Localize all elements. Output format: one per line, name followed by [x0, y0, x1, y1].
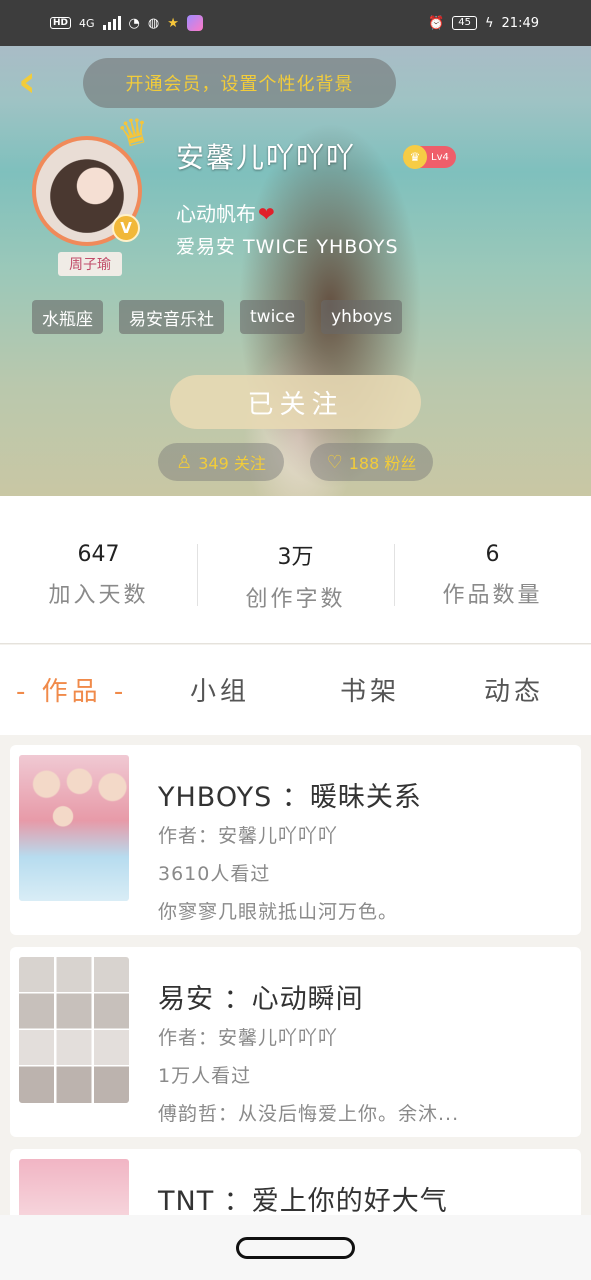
work-views: 3610人看过: [158, 863, 271, 885]
profile-header: ‹ 开通会员，设置个性化背景 ♛ V 周子瑜 安馨儿吖吖吖 ♛ Lv4 心动帆布…: [0, 46, 591, 496]
chevron-left-icon: ‹: [18, 56, 37, 107]
work-card[interactable]: TNT ：爱上你的好大气: [10, 1149, 581, 1215]
following-button[interactable]: ♙ 349 关注: [158, 443, 284, 481]
charging-icon: ϟ: [484, 15, 494, 31]
following-count: 349 关注: [198, 454, 266, 473]
level-badge: ♛ Lv4: [403, 145, 456, 169]
stat-value: 6: [485, 542, 500, 567]
stat-label: 作品数量: [442, 583, 543, 608]
heart-outline-icon: ♡: [326, 451, 343, 473]
tab-works[interactable]: - 作品 -: [16, 671, 127, 708]
stat-value: 3万: [277, 544, 314, 570]
work-cover-image: [19, 755, 129, 901]
work-card[interactable]: YHBOYS ：暖昧关系 作者：安馨儿吖吖吖 3610人看过 你寥寥几眼就抵山河…: [10, 745, 581, 935]
wifi-icon: ◔: [128, 15, 140, 31]
work-title: YHBOYS ：暖昧关系: [158, 782, 422, 813]
app-notification-icon: [186, 15, 203, 31]
stat-join-days: 647 加入天数: [0, 496, 197, 643]
fans-count: 188 粉丝: [348, 454, 417, 473]
work-title: TNT ：爱上你的好大气: [158, 1186, 448, 1215]
tag-list: 水瓶座 易安音乐社 twice yhboys: [32, 300, 403, 334]
back-button[interactable]: ‹: [18, 60, 52, 106]
stat-works-count: 6 作品数量: [394, 496, 591, 643]
work-author: 作者：安馨儿吖吖吖: [158, 1027, 339, 1049]
system-nav-bar: [0, 1215, 591, 1280]
work-excerpt: 你寥寥几眼就抵山河万色。: [158, 901, 399, 923]
fans-button[interactable]: ♡ 188 粉丝: [310, 443, 433, 481]
stat-word-count: 3万 创作字数: [197, 496, 394, 643]
follow-button[interactable]: 已关注: [170, 375, 421, 429]
work-author: 作者：安馨儿吖吖吖: [158, 825, 339, 847]
stat-label: 创作字数: [245, 586, 346, 612]
battery-icon: 45: [452, 16, 477, 30]
clock-time: 21:49: [501, 15, 539, 31]
globe-icon: ◍: [147, 15, 160, 31]
tab-group[interactable]: 小组: [190, 671, 250, 708]
bio-line-2: 爱易安 TWICE YHBOYS: [176, 236, 399, 258]
status-bar: HD 4G ◔ ◍ ★ ⏰ 45 ϟ 21:49: [0, 0, 591, 46]
work-card[interactable]: 易安 ：心动瞬间 作者：安馨儿吖吖吖 1万人看过 傅韵哲：从没后悔爱上你。余沐.…: [10, 947, 581, 1137]
bio-line-1: 心动帆布 ❤: [176, 198, 275, 227]
tag-item[interactable]: 易安音乐社: [119, 300, 224, 334]
network-type: 4G: [79, 16, 95, 30]
avatar-tag: 周子瑜: [58, 252, 122, 276]
home-indicator[interactable]: [236, 1237, 355, 1259]
vip-banner[interactable]: 开通会员，设置个性化背景: [83, 58, 396, 108]
profile-stats: 647 加入天数 3万 创作字数 6 作品数量: [0, 496, 591, 644]
star-icon: ★: [167, 15, 179, 31]
username: 安馨儿吖吖吖: [176, 141, 357, 174]
work-views: 1万人看过: [158, 1065, 252, 1087]
work-title: 易安 ：心动瞬间: [158, 984, 364, 1015]
alarm-icon: ⏰: [428, 15, 445, 31]
heart-icon: ❤: [258, 202, 275, 226]
tab-bookshelf[interactable]: 书架: [340, 671, 400, 708]
stat-label: 加入天数: [48, 583, 149, 608]
status-right: ⏰ 45 ϟ 21:49: [428, 16, 539, 31]
verified-badge: V: [112, 214, 140, 242]
tab-bar: - 作品 - 小组 书架 动态: [0, 645, 591, 735]
tag-item[interactable]: twice: [240, 300, 306, 334]
level-text: Lv4: [431, 151, 449, 163]
tab-moments[interactable]: 动态: [484, 671, 544, 708]
user-icon: ♙: [176, 451, 193, 473]
signal-icon: [102, 16, 121, 30]
works-list: YHBOYS ：暖昧关系 作者：安馨儿吖吖吖 3610人看过 你寥寥几眼就抵山河…: [0, 735, 591, 1215]
work-cover-image: [19, 957, 129, 1103]
level-crown-icon: ♛: [403, 145, 427, 169]
hd-indicator: HD: [50, 17, 72, 29]
tag-item[interactable]: 水瓶座: [32, 300, 103, 334]
bio-text: 心动帆布: [176, 202, 256, 226]
work-cover-image: [19, 1159, 129, 1215]
status-left: HD 4G ◔ ◍ ★: [50, 15, 203, 31]
tag-item[interactable]: yhboys: [321, 300, 403, 334]
stat-value: 647: [77, 542, 120, 567]
work-excerpt: 傅韵哲：从没后悔爱上你。余沐...: [158, 1103, 460, 1125]
